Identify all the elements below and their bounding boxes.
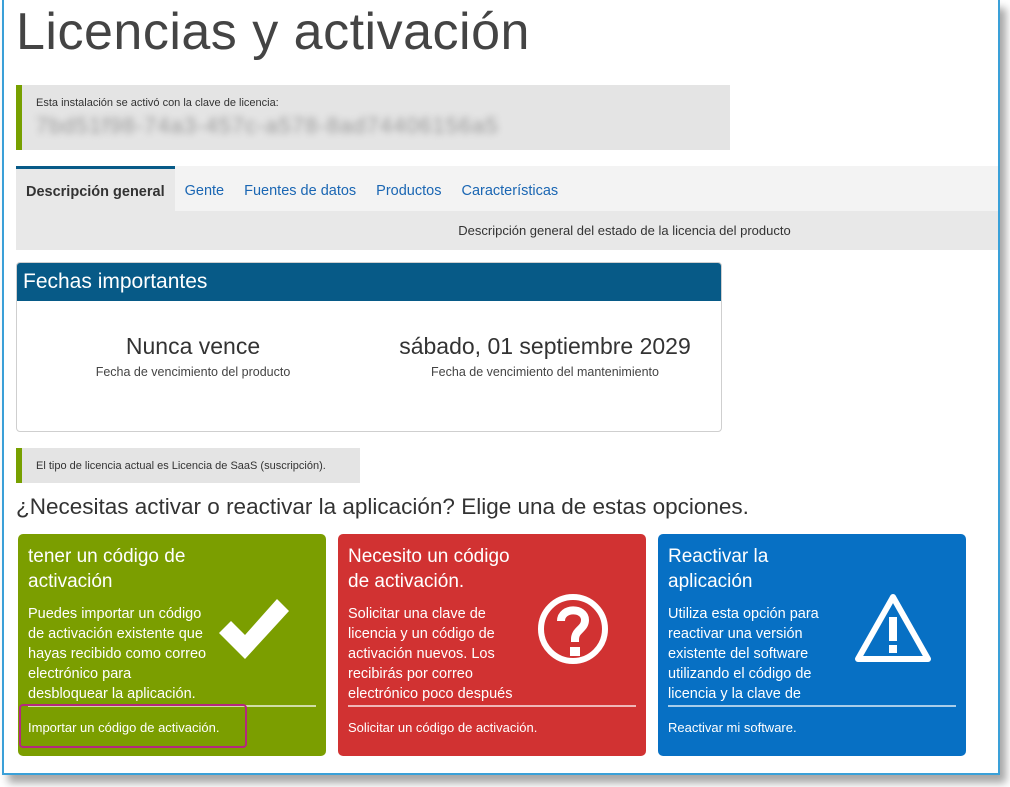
card-description: Puedes importar un código de activación … — [28, 606, 207, 702]
tab-data-sources[interactable]: Fuentes de datos — [234, 166, 366, 211]
question-circle-icon — [538, 594, 608, 664]
page-title: Licencias y activación — [16, 3, 530, 61]
product-expiry-label: Fecha de vencimiento del producto — [95, 365, 291, 379]
tabs-panel: Descripción general Gente Fuentes de dat… — [16, 166, 998, 250]
important-dates-header: Fechas importantes — [17, 263, 721, 301]
maintenance-expiry-label: Fecha de vencimiento del mantenimiento — [431, 365, 659, 379]
license-info-box: Esta instalación se activó con la clave … — [16, 85, 730, 150]
card-description: Utiliza esta opción para reactivar una v… — [668, 606, 819, 702]
product-expiry: Nunca vence Fecha de vencimiento del pro… — [87, 333, 299, 379]
tab-overview[interactable]: Descripción general — [16, 166, 175, 211]
license-type-text: El tipo de licencia actual es Licencia d… — [36, 460, 326, 472]
product-expiry-value: Nunca vence — [125, 333, 261, 359]
card-description: Solicitar una clave de licencia y un cód… — [348, 606, 513, 702]
activation-question-heading: ¿Necesitas activar o reactivar la aplica… — [16, 494, 749, 519]
tab-description: Descripción general del estado de la lic… — [458, 223, 791, 238]
card-divider — [348, 705, 636, 707]
card-title: Reactivar la aplicación — [668, 546, 769, 592]
warning-triangle-icon — [855, 594, 931, 662]
maintenance-expiry: sábado, 01 septiembre 2029 Fecha de venc… — [387, 333, 703, 379]
have-activation-code-card: tener un código de activación Puedes imp… — [18, 534, 326, 756]
license-key-value: 7bd51f98-74a3-457c-a578-8ad74406156a5 — [36, 113, 499, 138]
need-activation-code-card: Necesito un código de activación. Solici… — [338, 534, 646, 756]
app-frame: Licencias y activación Esta instalación … — [2, 0, 1000, 775]
important-dates-card: Fechas importantes Nunca vence Fecha de … — [16, 262, 722, 432]
license-type-box: El tipo de licencia actual es Licencia d… — [16, 448, 360, 483]
card-title: tener un código de activación — [28, 546, 186, 592]
reactivate-application-card: Reactivar la aplicación Utiliza esta opc… — [658, 534, 966, 756]
card-divider — [668, 705, 956, 707]
reactivate-software-link[interactable]: Reactivar mi software. — [668, 720, 797, 735]
tab-products[interactable]: Productos — [366, 166, 451, 211]
checkmark-icon — [219, 599, 289, 659]
card-title: Necesito un código de activación. — [348, 546, 510, 592]
maintenance-expiry-value: sábado, 01 septiembre 2029 — [399, 333, 691, 359]
license-key-label: Esta instalación se activó con la clave … — [36, 97, 279, 109]
tab-strip: Descripción general Gente Fuentes de dat… — [16, 166, 998, 211]
highlight-frame — [19, 704, 247, 748]
request-activation-code-link[interactable]: Solicitar un código de activación. — [348, 720, 537, 735]
tab-features[interactable]: Características — [451, 166, 568, 211]
tab-people[interactable]: Gente — [175, 166, 235, 211]
